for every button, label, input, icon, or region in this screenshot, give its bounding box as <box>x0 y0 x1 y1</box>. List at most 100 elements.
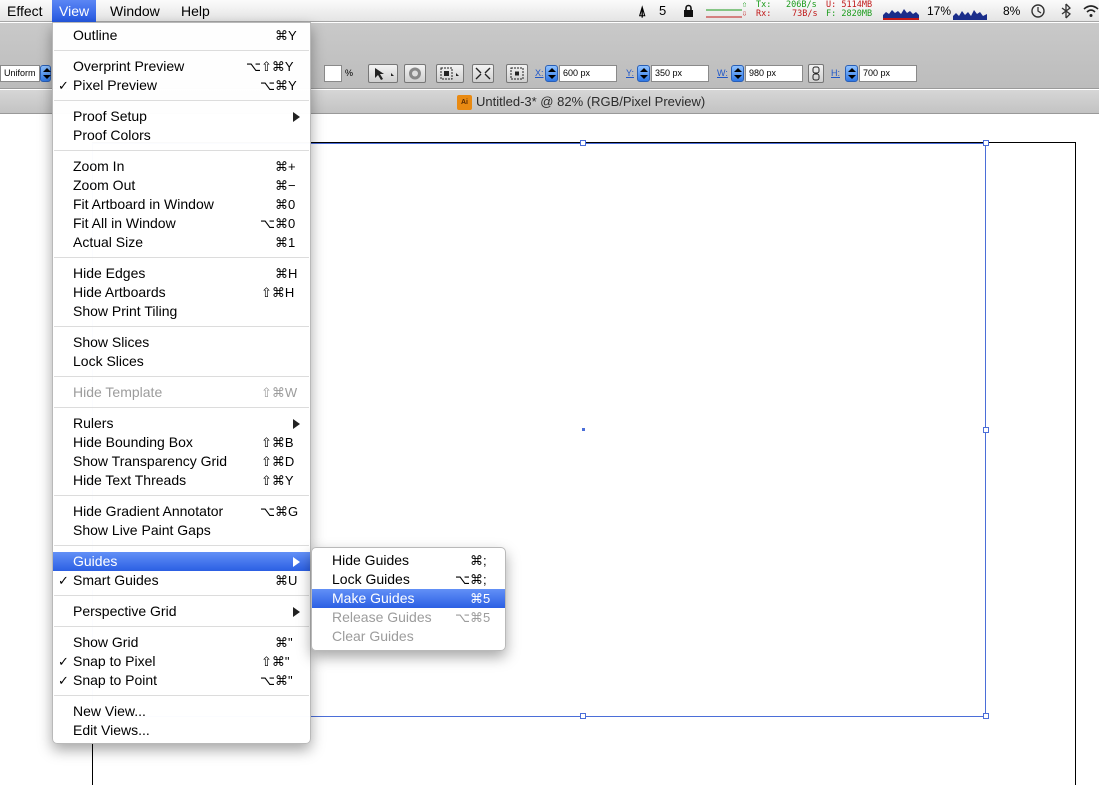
x-stepper[interactable] <box>545 65 558 82</box>
rx-arrow-icon: ⇩ <box>742 9 748 19</box>
constrain-proportions-button[interactable] <box>808 64 824 83</box>
checkmark-icon: ✓ <box>58 573 69 588</box>
select-similar-button[interactable] <box>368 64 398 83</box>
handle-bottom-right[interactable] <box>983 713 989 719</box>
isolate-group-button[interactable] <box>472 64 494 83</box>
network-graph-icon <box>706 9 742 18</box>
recolor-icon <box>409 67 421 80</box>
isolate-icon <box>475 67 491 80</box>
menu-separator <box>54 626 309 627</box>
menu-item-clear-guides: Clear Guides <box>332 628 414 644</box>
menu-separator <box>54 695 309 696</box>
recolor-button[interactable] <box>404 64 426 83</box>
rx-label: Rx: <box>756 9 772 19</box>
menu-item-pixel-preview[interactable]: ✓ Pixel Preview ⌥⌘Y <box>53 76 310 95</box>
cpu-graph-icon <box>953 10 987 20</box>
menu-item-hide-guides[interactable]: Hide Guides ⌘; <box>312 551 505 570</box>
menu-separator <box>54 376 309 377</box>
menu-separator <box>54 257 309 258</box>
menu-item-snap-to-pixel[interactable]: ✓ Snap to Pixel ⇧⌘" <box>53 652 310 671</box>
menu-item-show-grid[interactable]: Show Grid ⌘" <box>53 633 310 652</box>
align-to-icon <box>440 67 459 80</box>
y-label: Y: <box>626 68 635 78</box>
x-input[interactable]: 600 px <box>559 65 617 82</box>
rx-rate: 73B/s <box>792 9 818 19</box>
opacity-input[interactable] <box>324 65 342 82</box>
menu-item-perspective-grid[interactable]: Perspective Grid <box>53 602 310 621</box>
memory-free: F: 2820MB <box>826 9 873 19</box>
wifi-icon[interactable] <box>1083 3 1099 19</box>
menu-item-guides[interactable]: Guides <box>53 552 310 571</box>
menu-item-edit-views[interactable]: Edit Views... <box>53 721 310 740</box>
menu-item-hide-bounding-box[interactable]: Hide Bounding Box ⇧⌘B <box>53 433 310 452</box>
handle-top-center[interactable] <box>580 140 586 146</box>
menu-item-hide-artboards[interactable]: Hide Artboards ⇧⌘H <box>53 283 310 302</box>
menu-item-make-guides[interactable]: Make Guides ⌘5 <box>312 589 505 608</box>
handle-bottom-center[interactable] <box>580 713 586 719</box>
menu-help[interactable]: Help <box>174 0 217 22</box>
menu-item-actual-size[interactable]: Actual Size ⌘1 <box>53 233 310 252</box>
menu-item-zoom-out[interactable]: Zoom Out ⌘− <box>53 176 310 195</box>
transform-reference-icon <box>510 67 524 80</box>
menu-item-proof-setup[interactable]: Proof Setup <box>53 107 310 126</box>
menu-item-proof-colors[interactable]: Proof Colors <box>53 126 310 145</box>
menu-separator <box>54 407 309 408</box>
time-machine-icon[interactable] <box>1030 3 1046 19</box>
y-input[interactable]: 350 px <box>651 65 709 82</box>
bluetooth-icon[interactable] <box>1058 3 1074 19</box>
menu-item-outline[interactable]: Outline ⌘Y <box>53 26 310 45</box>
menu-item-lock-slices[interactable]: Lock Slices <box>53 352 310 371</box>
menu-view[interactable]: View <box>52 0 97 22</box>
transform-button[interactable] <box>506 64 528 83</box>
lock-icon[interactable] <box>683 4 694 18</box>
submenu-arrow-icon <box>293 112 300 122</box>
menu-item-show-live-paint-gaps[interactable]: Show Live Paint Gaps <box>53 521 310 540</box>
w-label: W: <box>717 68 728 78</box>
view-menu: Outline ⌘Y Overprint Preview ⌥⇧⌘Y ✓ Pixel P… <box>52 22 311 744</box>
menu-item-smart-guides[interactable]: ✓ Smart Guides ⌘U <box>53 571 310 590</box>
submenu-arrow-icon <box>293 557 300 567</box>
align-to-button[interactable] <box>436 64 464 83</box>
menu-item-hide-gradient-annotator[interactable]: Hide Gradient Annotator ⌥⌘G <box>53 502 310 521</box>
menu-item-zoom-in[interactable]: Zoom In ⌘+ <box>53 157 310 176</box>
menu-item-show-print-tiling[interactable]: Show Print Tiling <box>53 302 310 321</box>
menu-item-fit-artboard[interactable]: Fit Artboard in Window ⌘0 <box>53 195 310 214</box>
handle-top-right[interactable] <box>983 140 989 146</box>
stroke-profile-select[interactable]: Uniform <box>0 65 40 82</box>
menu-item-hide-edges[interactable]: Hide Edges ⌘H <box>53 264 310 283</box>
h-input[interactable]: 700 px <box>859 65 917 82</box>
h-stepper[interactable] <box>845 65 858 82</box>
w-input[interactable]: 980 px <box>745 65 803 82</box>
h-label: H: <box>831 68 840 78</box>
illustrator-file-icon: Ai <box>457 95 472 110</box>
menu-item-snap-to-point[interactable]: ✓ Snap to Point ⌥⌘" <box>53 671 310 690</box>
menu-separator <box>54 326 309 327</box>
menu-item-hide-text-threads[interactable]: Hide Text Threads ⇧⌘Y <box>53 471 310 490</box>
guides-submenu: Hide Guides ⌘; Lock Guides ⌥⌘; Make Guides… <box>311 547 506 651</box>
menu-item-rulers[interactable]: Rulers <box>53 414 310 433</box>
handle-middle-right[interactable] <box>983 427 989 433</box>
checkmark-icon: ✓ <box>58 654 69 669</box>
menu-item-show-transparency-grid[interactable]: Show Transparency Grid ⇧⌘D <box>53 452 310 471</box>
select-similar-icon <box>375 68 394 80</box>
menu-separator <box>54 595 309 596</box>
menu-item-fit-all[interactable]: Fit All in Window ⌥⌘0 <box>53 214 310 233</box>
artboard-edge-right <box>1075 142 1076 785</box>
submenu-arrow-icon <box>293 419 300 429</box>
y-stepper[interactable] <box>637 65 650 82</box>
link-icon <box>812 66 820 81</box>
menu-item-lock-guides[interactable]: Lock Guides ⌥⌘; <box>312 570 505 589</box>
menu-separator <box>54 150 309 151</box>
cpu-percent-2: 8% <box>1003 4 1021 18</box>
cpu-percent-1: 17% <box>927 4 952 18</box>
menu-item-new-view[interactable]: New View... <box>53 702 310 721</box>
menu-item-overprint-preview[interactable]: Overprint Preview ⌥⇧⌘Y <box>53 57 310 76</box>
menu-separator <box>54 50 309 51</box>
checkmark-icon: ✓ <box>58 673 69 688</box>
adobe-icon[interactable]: ⍋ <box>638 0 646 22</box>
menu-effect[interactable]: Effect <box>0 0 50 22</box>
stroke-profile-dropdown-icon[interactable] <box>40 65 51 82</box>
menu-window[interactable]: Window <box>103 0 167 22</box>
menu-item-show-slices[interactable]: Show Slices <box>53 333 310 352</box>
w-stepper[interactable] <box>731 65 744 82</box>
